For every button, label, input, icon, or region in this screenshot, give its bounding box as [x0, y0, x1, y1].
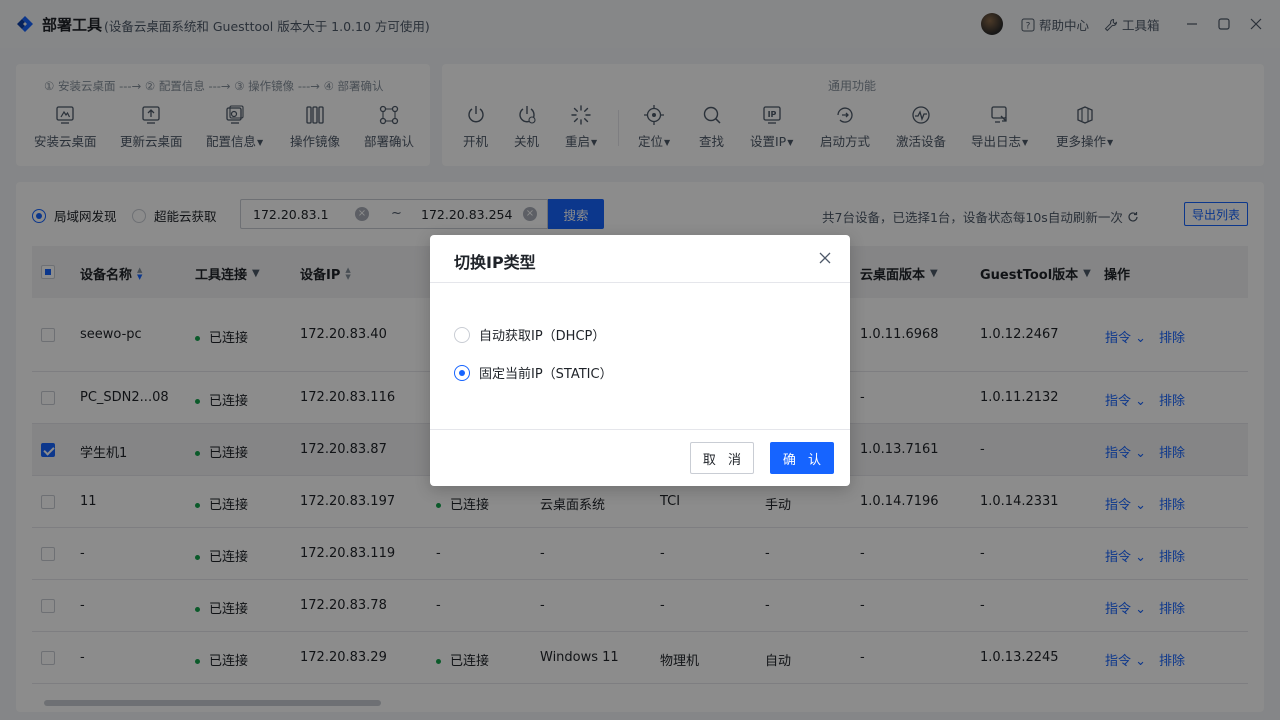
static-label: 固定当前IP（STATIC） — [479, 367, 613, 382]
dialog-title: 切换IP类型 — [454, 253, 536, 272]
close-icon[interactable] — [818, 251, 832, 265]
dhcp-option[interactable]: 自动获取IP（DHCP） — [454, 325, 605, 344]
cancel-button[interactable]: 取 消 — [690, 442, 754, 474]
dialog-footer-divider — [430, 429, 850, 430]
dhcp-radio[interactable] — [454, 326, 470, 343]
dialog-header-divider — [430, 282, 850, 283]
dhcp-label: 自动获取IP（DHCP） — [479, 329, 606, 344]
static-radio[interactable] — [454, 364, 470, 381]
switch-ip-type-dialog: 切换IP类型 自动获取IP（DHCP） 固定当前IP（STATIC） 取 消 确… — [430, 235, 850, 486]
confirm-button[interactable]: 确 认 — [770, 442, 834, 474]
static-option[interactable]: 固定当前IP（STATIC） — [454, 363, 613, 382]
